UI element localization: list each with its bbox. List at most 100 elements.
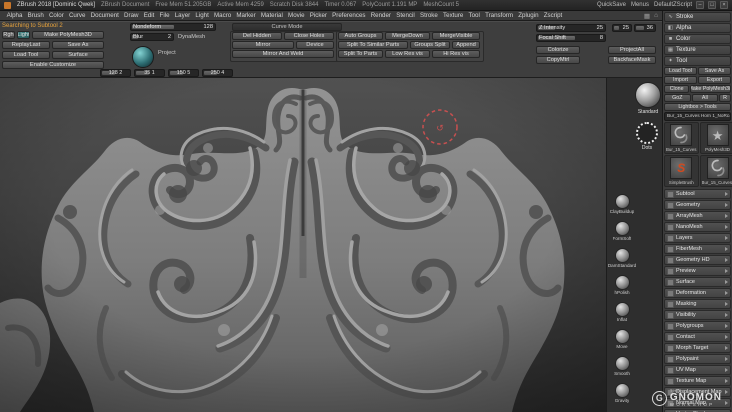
menu-item[interactable]: Zscript (541, 12, 565, 19)
maximize-icon[interactable]: □ (708, 1, 716, 9)
mini-slider[interactable]: 35 1 (134, 69, 165, 77)
brush-shortcut[interactable]: Move (607, 329, 637, 356)
brush-shortcut[interactable]: ClayBuildup (607, 194, 637, 221)
subpalette-row[interactable]: Deformation (664, 288, 731, 298)
menu-item[interactable]: Material (258, 12, 285, 19)
subpalette-row[interactable]: Contact (664, 332, 731, 342)
menu-item[interactable]: Movie (285, 12, 307, 19)
tool-thumb-curves[interactable]: Bur_15_Curves H1 (699, 155, 732, 187)
title-right-item[interactable]: QuickSave (597, 2, 626, 8)
low-res-vis-button[interactable]: Low Res vis (385, 50, 430, 58)
menu-item[interactable]: Document (88, 12, 121, 19)
menu-item[interactable]: Zplugin (516, 12, 541, 19)
goz-all-button[interactable]: All (691, 94, 719, 102)
subpalette-row[interactable]: FiberMesh (664, 244, 731, 254)
backface-mask-button[interactable]: BackfaceMask (608, 56, 656, 64)
close-holes-button[interactable]: Close Holes (284, 32, 334, 40)
menu-item[interactable]: Alpha (4, 12, 25, 19)
brush-shortcut[interactable]: Gravity (607, 383, 637, 410)
lightbox-tools-button[interactable]: Lightbox > Tools (664, 103, 731, 111)
split-to-parts-button[interactable]: Split To Parts (338, 50, 383, 58)
home-icon[interactable]: ⌂ (654, 12, 658, 19)
save-as-button[interactable]: Save As (52, 41, 104, 49)
subpalette-row[interactable]: Masking (664, 299, 731, 309)
enable-customize-button[interactable]: Enable Customize (2, 61, 104, 69)
goz-r-button[interactable]: R (719, 94, 731, 102)
subpalette-row[interactable]: Morph Target (664, 343, 731, 353)
title-right-item[interactable]: DefaultZScript (654, 2, 692, 8)
nondeform-slider[interactable]: Nondeform 128 (130, 23, 216, 31)
load-tool-button[interactable]: Load Tool (2, 51, 50, 59)
palette-header[interactable]: ▦ Texture (664, 45, 731, 55)
goz-button[interactable]: GoZ (664, 94, 691, 102)
current-tool-name[interactable]: Bur_15_Curves Horn 1_NoRc4 (664, 112, 731, 121)
merge-visible-button[interactable]: MergeVisible (432, 32, 480, 40)
menu-item[interactable]: Edit (141, 12, 157, 19)
focal-shift-slider[interactable]: Focal Shift 8 (536, 34, 606, 42)
light-button[interactable]: Light (17, 31, 30, 39)
subpalette-row[interactable]: Geometry HD (664, 255, 731, 265)
z-intensity-slider[interactable]: Z Intensity 25 (536, 24, 606, 32)
del-hidden-button[interactable]: Del Hidden (232, 32, 282, 40)
mini-slider[interactable]: 128 2 (100, 69, 131, 77)
close-icon[interactable]: × (720, 1, 728, 9)
menu-item[interactable]: Render (368, 12, 393, 19)
tool-thumb-current[interactable]: Bur_15_Curves (664, 122, 699, 154)
menu-item[interactable]: Draw (121, 12, 141, 19)
subpalette-row[interactable]: ArrayMesh (664, 211, 731, 221)
subpalette-row[interactable]: Preview (664, 266, 731, 276)
menu-item[interactable]: Transform (482, 12, 515, 19)
grid-icon[interactable]: ▦ (644, 12, 650, 20)
palette-header[interactable]: ◧ Alpha (664, 23, 731, 33)
subpalette-row[interactable]: Polygroups (664, 321, 731, 331)
subpalette-row[interactable]: Visibility (664, 310, 731, 320)
aux-slider-1[interactable]: 25 (612, 24, 632, 32)
menu-item[interactable]: Light (193, 12, 212, 19)
panel-save-as-button[interactable]: Save As (698, 67, 731, 75)
menu-item[interactable]: Layer (172, 12, 193, 19)
menu-item[interactable]: Brush (25, 12, 46, 19)
menu-item[interactable]: Curve (66, 12, 88, 19)
aux-slider-2[interactable]: 36 (634, 24, 656, 32)
export-button[interactable]: Export (698, 76, 731, 84)
subpalette-row[interactable]: Geometry (664, 200, 731, 210)
clone-button[interactable]: Clone (664, 85, 690, 93)
rgh-button[interactable]: Rgh (2, 31, 15, 39)
mirror-and-weld-button[interactable]: Mirror And Weld (232, 50, 334, 58)
tool-thumb-polymesh3d[interactable]: ★ PolyMesh3D (699, 122, 732, 154)
curve-mode-button[interactable]: Curve Mode (232, 23, 342, 31)
menu-item[interactable]: Texture (440, 12, 465, 19)
material-preview-sphere[interactable] (132, 46, 154, 68)
subpalette-row[interactable]: Subtool (664, 189, 731, 199)
merge-down-button[interactable]: MergeDown (385, 32, 430, 40)
menu-item[interactable]: Picker (307, 12, 329, 19)
subpalette-row[interactable]: Surface (664, 277, 731, 287)
brush-shortcut[interactable]: hPolish (607, 275, 637, 302)
menu-item[interactable]: Tool (466, 12, 483, 19)
subpalette-row[interactable]: Polypaint (664, 354, 731, 364)
split-similar-button[interactable]: Split To Similar Parts (338, 41, 408, 49)
menu-item[interactable]: Marker (234, 12, 258, 19)
menu-item[interactable]: File (157, 12, 172, 19)
palette-header[interactable]: ✦ Tool (664, 56, 731, 66)
brush-shortcut[interactable]: DamStandard (607, 248, 637, 275)
palette-header[interactable]: ■ Color (664, 34, 731, 44)
project-all-button[interactable]: ProjectAll (608, 46, 656, 54)
menu-item[interactable]: Preferences (330, 12, 369, 19)
menu-item[interactable]: Color (46, 12, 66, 19)
surface-button[interactable]: Surface (52, 51, 104, 59)
menu-item[interactable]: Stroke (417, 12, 440, 19)
copy-mtrl-button[interactable]: CopyMtrl (536, 56, 580, 64)
device-button[interactable]: Device (296, 41, 334, 49)
document-canvas[interactable]: ↺ (0, 78, 606, 412)
append-button[interactable]: Append (452, 41, 480, 49)
mini-slider[interactable]: 250 4 (202, 69, 233, 77)
subpalette-row[interactable]: Texture Map (664, 376, 731, 386)
brush-shortcut[interactable]: Smooth (607, 356, 637, 383)
replay-last-button[interactable]: ReplayLast (2, 41, 50, 49)
colorize-button[interactable]: Colorize (536, 46, 580, 54)
groups-split-button[interactable]: Groups Split (410, 41, 450, 49)
subpalette-row[interactable]: Layers (664, 233, 731, 243)
tool-thumb-simplebrush[interactable]: S SimpleBrush (664, 155, 699, 187)
mirror-button[interactable]: Mirror (232, 41, 294, 49)
